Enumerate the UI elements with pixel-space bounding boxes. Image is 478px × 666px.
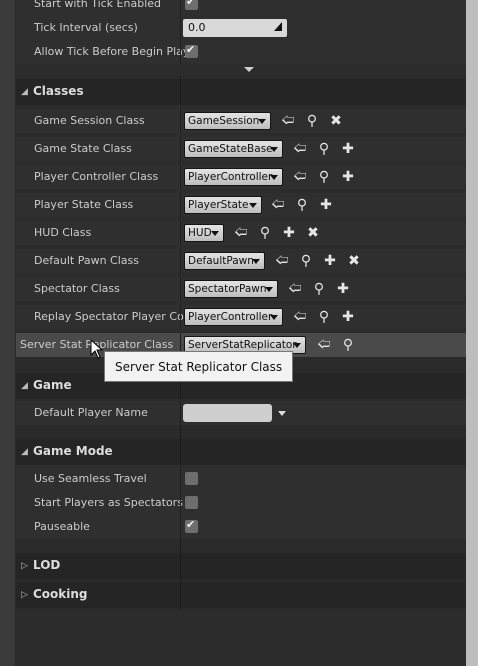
expand-triangle-icon: ▷ <box>21 561 28 571</box>
game-session-combo[interactable]: GameSession <box>184 112 271 130</box>
clear-icon[interactable]: ✖ <box>346 252 362 270</box>
add-icon[interactable]: ✚ <box>340 168 356 186</box>
arrow-left-icon[interactable]: 🢠 <box>292 168 308 186</box>
property-label: Start Players as Spectators <box>34 496 183 509</box>
tooltip: Server Stat Replicator Class <box>104 351 294 382</box>
property-row-game-state: Game State Class GameStateBase 🢠 ⚲ ✚ <box>16 137 466 161</box>
search-icon[interactable]: ⚲ <box>311 280 327 298</box>
arrow-left-icon[interactable]: 🢠 <box>280 112 296 130</box>
property-row-replay-spectator: Replay Spectator Player Cont PlayerContr… <box>16 305 466 329</box>
pauseable-checkbox[interactable] <box>185 518 198 533</box>
allow-tick-checkbox[interactable] <box>185 43 198 58</box>
left-gutter <box>0 0 16 666</box>
property-label: Use Seamless Travel <box>34 472 147 485</box>
tick-interval-input[interactable]: 0.0 <box>183 19 287 37</box>
arrow-left-icon[interactable]: 🢠 <box>274 252 290 270</box>
property-label: Start with Tick Enabled <box>34 0 162 10</box>
property-label: Allow Tick Before Begin Play <box>34 45 190 58</box>
property-label: Default Player Name <box>34 406 148 419</box>
property-row-allow-tick: Allow Tick Before Begin Play <box>16 40 466 64</box>
default-player-name-input[interactable] <box>183 404 272 422</box>
drag-corner-icon <box>274 22 282 31</box>
player-controller-combo[interactable]: PlayerController <box>184 168 283 186</box>
property-label: HUD Class <box>34 226 92 239</box>
start-spectators-checkbox[interactable] <box>185 496 198 509</box>
category-title: Game <box>33 378 72 392</box>
hud-combo[interactable]: HUD <box>184 224 224 242</box>
add-icon[interactable]: ✚ <box>340 140 356 158</box>
property-row-hud: HUD Class HUD 🢠 ⚲ ✚ ✖ <box>16 221 466 245</box>
start-with-tick-checkbox[interactable] <box>185 0 198 10</box>
category-title: Game Mode <box>33 444 113 458</box>
clear-icon[interactable]: ✖ <box>328 112 344 130</box>
clear-icon[interactable]: ✖ <box>305 224 321 242</box>
category-title: LOD <box>33 558 61 572</box>
category-classes[interactable]: ◢ Classes <box>16 79 466 105</box>
property-label: Player State Class <box>34 198 134 211</box>
arrow-left-icon[interactable]: 🢠 <box>287 280 303 298</box>
search-icon[interactable]: ⚲ <box>298 252 314 270</box>
property-row-player-controller: Player Controller Class PlayerController… <box>16 165 466 189</box>
search-icon[interactable]: ⚲ <box>304 112 320 130</box>
property-label: Spectator Class <box>34 282 120 295</box>
search-icon[interactable]: ⚲ <box>294 196 310 214</box>
add-icon[interactable]: ✚ <box>281 224 297 242</box>
property-label: Replay Spectator Player Cont <box>34 310 196 323</box>
property-label: Game State Class <box>34 142 132 155</box>
details-panel: Start with Tick Enabled Tick Interval (s… <box>16 0 466 666</box>
arrow-left-icon[interactable]: 🢠 <box>292 308 308 326</box>
add-icon[interactable]: ✚ <box>340 308 356 326</box>
mouse-cursor-icon <box>90 339 104 359</box>
collapse-triangle-icon: ◢ <box>21 447 28 457</box>
player-state-combo[interactable]: PlayerState <box>184 196 262 214</box>
property-label: Player Controller Class <box>34 170 159 183</box>
chevron-down-icon[interactable] <box>278 411 286 416</box>
property-row-game-session: Game Session Class GameSession 🢠 ⚲ ✖ <box>16 109 466 133</box>
expand-triangle-icon: ▷ <box>21 590 28 600</box>
collapse-triangle-icon: ◢ <box>21 87 28 97</box>
replay-spectator-combo[interactable]: PlayerController <box>184 308 283 326</box>
collapse-triangle-icon: ◢ <box>21 381 28 391</box>
property-row-start-spectators: Start Players as Spectators <box>16 491 466 515</box>
property-row-default-pawn: Default Pawn Class DefaultPawn 🢠 ⚲ ✚ ✖ <box>16 249 466 273</box>
arrow-left-icon[interactable]: 🢠 <box>270 196 286 214</box>
advanced-expander[interactable] <box>16 64 466 76</box>
search-icon[interactable]: ⚲ <box>316 308 332 326</box>
property-label: Default Pawn Class <box>34 254 139 267</box>
game-state-combo[interactable]: GameStateBase <box>184 140 283 158</box>
property-label: Game Session Class <box>34 114 145 127</box>
category-cooking[interactable]: ▷ Cooking <box>16 582 466 608</box>
default-pawn-combo[interactable]: DefaultPawn <box>184 252 265 270</box>
add-icon[interactable]: ✚ <box>335 280 351 298</box>
property-label: Tick Interval (secs) <box>34 21 138 34</box>
seamless-travel-checkbox[interactable] <box>185 472 198 485</box>
arrow-left-icon[interactable]: 🢠 <box>292 140 308 158</box>
category-lod[interactable]: ▷ LOD <box>16 553 466 579</box>
property-row-spectator: Spectator Class SpectatorPawn 🢠 ⚲ ✚ <box>16 277 466 301</box>
property-label: Pauseable <box>34 520 90 533</box>
add-icon[interactable]: ✚ <box>322 252 338 270</box>
property-row-start-with-tick: Start with Tick Enabled <box>16 0 466 16</box>
add-icon[interactable]: ✚ <box>318 196 334 214</box>
search-icon[interactable]: ⚲ <box>257 224 273 242</box>
category-title: Cooking <box>33 587 88 601</box>
category-game-mode[interactable]: ◢ Game Mode <box>16 439 466 465</box>
scrollbar-track[interactable] <box>466 0 478 666</box>
search-icon[interactable]: ⚲ <box>316 168 332 186</box>
spectator-combo[interactable]: SpectatorPawn <box>184 280 278 298</box>
property-row-default-player-name: Default Player Name <box>16 401 466 425</box>
property-row-seamless-travel: Use Seamless Travel <box>16 467 466 491</box>
category-title: Classes <box>33 84 84 98</box>
property-row-pauseable: Pauseable <box>16 515 466 539</box>
search-icon[interactable]: ⚲ <box>340 336 356 354</box>
property-row-player-state: Player State Class PlayerState 🢠 ⚲ ✚ <box>16 193 466 217</box>
property-row-tick-interval: Tick Interval (secs) 0.0 <box>16 16 466 40</box>
arrow-left-icon[interactable]: 🢠 <box>233 224 249 242</box>
search-icon[interactable]: ⚲ <box>316 140 332 158</box>
arrow-left-icon[interactable]: 🢠 <box>316 336 332 354</box>
